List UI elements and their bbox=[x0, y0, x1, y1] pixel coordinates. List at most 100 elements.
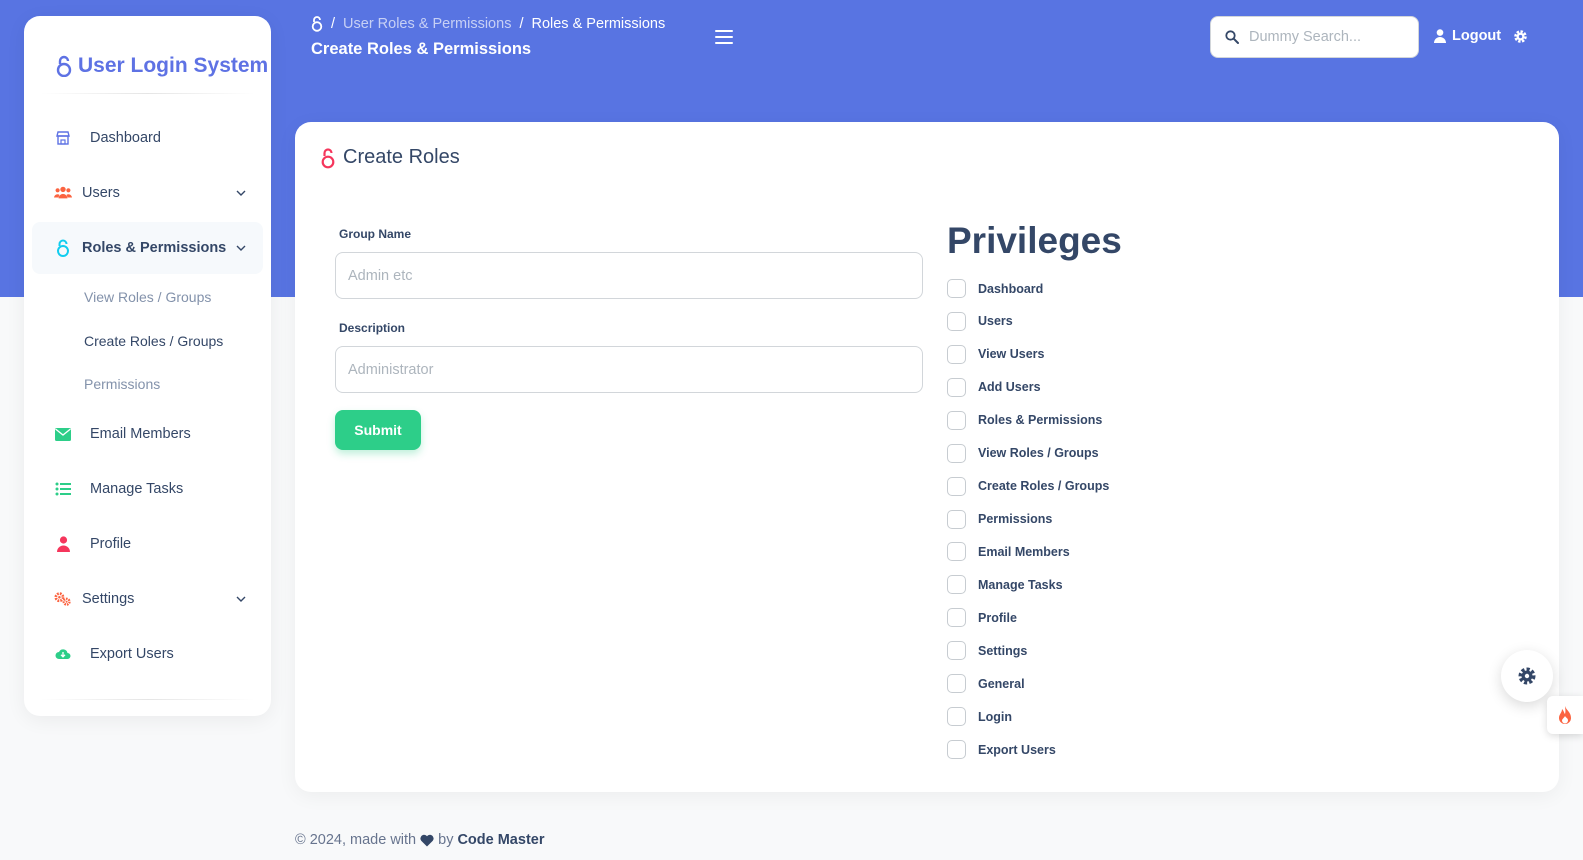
privilege-label: Login bbox=[978, 709, 1013, 724]
privilege-label: View Users bbox=[978, 347, 1045, 362]
privilege-row[interactable]: Profile bbox=[947, 608, 1017, 628]
footer: © 2024, made with by Code Master bbox=[295, 832, 544, 848]
breadcrumb-current: Roles & Permissions bbox=[531, 16, 666, 32]
privilege-label: Permissions bbox=[978, 512, 1053, 526]
brand-text: User Login System bbox=[78, 54, 269, 77]
sidebar-divider bbox=[40, 699, 255, 700]
privilege-checkbox[interactable] bbox=[947, 443, 966, 463]
sidebar-subitem-view-roles[interactable]: View Roles / Groups bbox=[84, 289, 211, 305]
privilege-checkbox[interactable] bbox=[947, 476, 966, 496]
sidebar-item-label: Roles & Permissions bbox=[82, 240, 227, 256]
hamburger-icon-line bbox=[715, 42, 733, 44]
group-name-label: Group Name bbox=[339, 227, 412, 241]
privilege-checkbox[interactable] bbox=[947, 674, 966, 694]
privilege-checkbox[interactable] bbox=[947, 410, 966, 430]
card-title-text: Create Roles bbox=[343, 146, 460, 168]
privilege-checkbox[interactable] bbox=[947, 575, 966, 595]
group-name-input[interactable] bbox=[335, 252, 923, 299]
footer-text: © 2024, made with bbox=[295, 832, 417, 848]
sidebar-item-roles-permissions[interactable]: Roles & Permissions bbox=[32, 222, 263, 274]
list-icon bbox=[54, 480, 72, 498]
sidebar-item-email-members[interactable]: Email Members bbox=[32, 408, 263, 460]
breadcrumb-separator: / bbox=[519, 16, 524, 32]
privilege-row[interactable]: Email Members bbox=[947, 542, 1070, 562]
sidebar-subitem-permissions[interactable]: Permissions bbox=[84, 376, 160, 392]
privilege-row[interactable]: Add Users bbox=[947, 377, 1041, 397]
envelope-icon bbox=[54, 425, 72, 443]
privilege-row[interactable]: View Roles / Groups bbox=[947, 443, 1099, 463]
privilege-checkbox[interactable] bbox=[947, 279, 966, 298]
sidebar-item-label: Users bbox=[82, 185, 120, 201]
privilege-row[interactable]: Login bbox=[947, 707, 1013, 727]
fire-button[interactable] bbox=[1547, 696, 1583, 734]
search-input[interactable] bbox=[1249, 29, 1409, 45]
lock-icon bbox=[54, 239, 72, 257]
privilege-label: View Roles / Groups bbox=[978, 446, 1099, 461]
privilege-row[interactable]: Create Roles / Groups bbox=[947, 476, 1110, 496]
sidebar-item-export-users[interactable]: Export Users bbox=[32, 628, 263, 680]
user-icon bbox=[1434, 29, 1446, 43]
sidebar: User Login System Dashboard Users Roles … bbox=[24, 16, 271, 716]
search-box bbox=[1210, 16, 1419, 58]
gear-icon[interactable] bbox=[1513, 29, 1528, 44]
brand[interactable]: User Login System bbox=[56, 54, 268, 78]
sidebar-item-manage-tasks[interactable]: Manage Tasks bbox=[32, 463, 263, 515]
privilege-checkbox[interactable] bbox=[947, 608, 966, 628]
page-title: Create Roles & Permissions bbox=[311, 40, 532, 58]
sidebar-item-label: Settings bbox=[82, 591, 135, 607]
breadcrumb: / User Roles & Permissions / Roles & Per… bbox=[311, 16, 665, 32]
sidebar-subitem-create-roles[interactable]: Create Roles / Groups bbox=[84, 333, 223, 349]
privilege-row[interactable]: Settings bbox=[947, 641, 1027, 661]
privilege-checkbox[interactable] bbox=[947, 707, 966, 727]
chevron-down-icon bbox=[236, 245, 246, 251]
breadcrumb-link[interactable]: User Roles & Permissions bbox=[343, 16, 511, 32]
fire-icon bbox=[1559, 706, 1571, 724]
sidebar-item-label: Dashboard bbox=[90, 130, 161, 146]
privilege-row[interactable]: Users bbox=[947, 311, 1013, 331]
privilege-checkbox[interactable] bbox=[947, 377, 966, 397]
description-input[interactable] bbox=[335, 346, 923, 393]
privilege-row[interactable]: Roles & Permissions bbox=[947, 410, 1103, 430]
footer-author-link[interactable]: Code Master bbox=[457, 832, 544, 848]
lock-icon[interactable] bbox=[311, 16, 323, 32]
privilege-label: Profile bbox=[978, 610, 1017, 625]
logout-button[interactable]: Logout bbox=[1434, 28, 1501, 44]
configurator-button[interactable] bbox=[1501, 650, 1553, 702]
sidebar-item-dashboard[interactable]: Dashboard bbox=[32, 112, 263, 164]
privilege-row[interactable]: Manage Tasks bbox=[947, 575, 1063, 595]
privilege-row[interactable]: Export Users bbox=[947, 740, 1056, 759]
privilege-label: Add Users bbox=[978, 380, 1041, 395]
create-roles-card: Create Roles Group Name Description Subm… bbox=[295, 122, 1559, 792]
privilege-checkbox[interactable] bbox=[947, 509, 966, 529]
card-title: Create Roles bbox=[321, 146, 460, 169]
sidenav-toggle[interactable] bbox=[715, 30, 733, 44]
privilege-row[interactable]: Permissions bbox=[947, 509, 1053, 529]
cloud-download-icon bbox=[54, 645, 72, 663]
sidebar-item-label: Email Members bbox=[90, 426, 191, 442]
sidebar-item-settings[interactable]: Settings bbox=[32, 573, 263, 625]
privilege-row[interactable]: Dashboard bbox=[947, 279, 1043, 298]
search-icon bbox=[1225, 30, 1239, 44]
privilege-checkbox[interactable] bbox=[947, 344, 966, 364]
submit-button[interactable]: Submit bbox=[335, 410, 421, 450]
privilege-row[interactable]: View Users bbox=[947, 344, 1045, 364]
privilege-label: Create Roles / Groups bbox=[978, 479, 1110, 494]
privilege-label: Dashboard bbox=[978, 281, 1044, 296]
logout-label: Logout bbox=[1452, 28, 1502, 44]
sidebar-item-profile[interactable]: Profile bbox=[32, 518, 263, 570]
privilege-checkbox[interactable] bbox=[947, 740, 966, 759]
privilege-checkbox[interactable] bbox=[947, 542, 966, 562]
description-label: Description bbox=[339, 321, 406, 335]
privilege-row[interactable]: General bbox=[947, 674, 1025, 694]
privilege-checkbox[interactable] bbox=[947, 311, 966, 331]
privilege-label: Roles & Permissions bbox=[978, 413, 1103, 428]
chevron-down-icon bbox=[236, 596, 246, 602]
sidebar-item-users[interactable]: Users bbox=[32, 167, 263, 219]
privilege-label: General bbox=[978, 676, 1025, 691]
privilege-checkbox[interactable] bbox=[947, 641, 966, 661]
lock-icon bbox=[56, 55, 72, 77]
gear-icon bbox=[1518, 667, 1536, 685]
privilege-label: Email Members bbox=[978, 544, 1070, 559]
privileges-title: Privileges bbox=[947, 220, 1122, 261]
shop-icon bbox=[54, 129, 72, 147]
